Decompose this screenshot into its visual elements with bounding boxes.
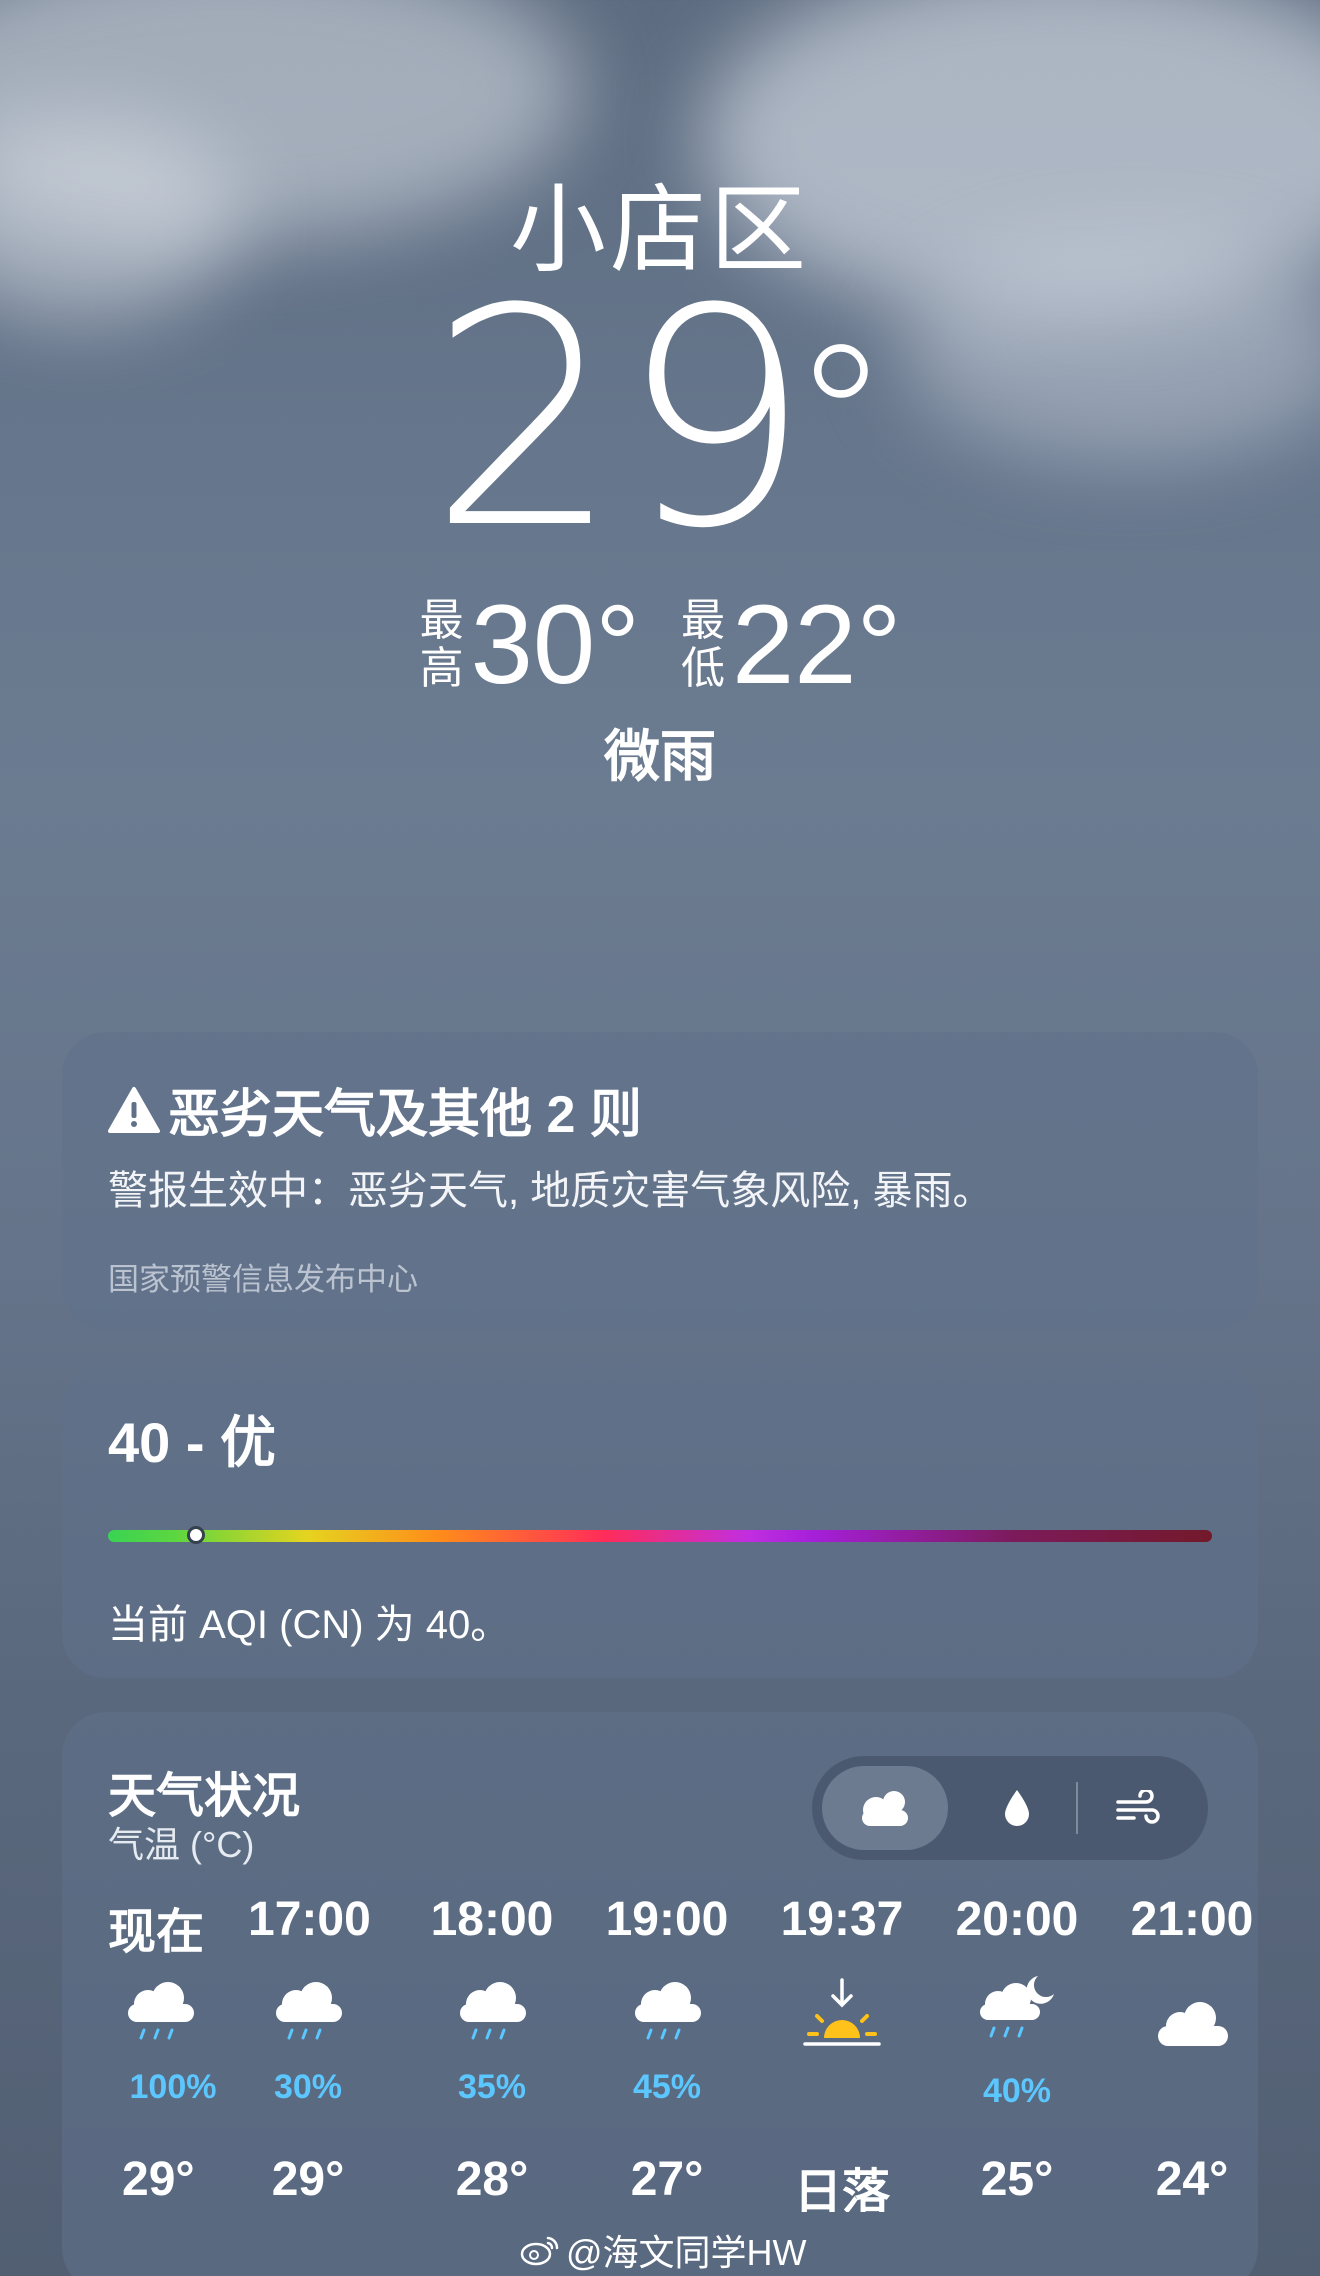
rain-cloud-icon <box>460 1982 526 2040</box>
current-temperature-value: 29 <box>429 245 811 594</box>
hour-icon-wrap: 100% <box>108 1976 238 2106</box>
hour-icon-wrap: 45% <box>597 1976 737 2106</box>
wind-icon <box>1116 1790 1160 1824</box>
hour-temp: 24° <box>1155 2153 1229 2206</box>
hour-item: 17:00 30% 29° <box>248 1892 371 2207</box>
precip-chance: 35% <box>457 2068 527 2106</box>
weather-condition: 微雨 <box>604 725 716 788</box>
hour-item: 现在 100% 29° <box>108 1892 238 2207</box>
weibo-logo-icon <box>520 2236 559 2266</box>
watermark: @海文同学HW <box>520 2224 807 2276</box>
hour-time: 19:00 <box>605 1893 729 1946</box>
aqi-description: 当前 AQI (CN) 为 40。 <box>108 1603 511 1647</box>
hour-icon-wrap <box>772 1976 912 2096</box>
hour-temp: 28° <box>455 2153 529 2206</box>
hour-item: 19:00 45% 27° <box>597 1892 737 2207</box>
alert-title: 恶劣天气及其他 2 则 <box>108 1072 642 1147</box>
drop-icon <box>1005 1790 1029 1826</box>
aqi-title: 40 - 优 <box>108 1411 277 1474</box>
sunset-icon <box>803 1978 881 2046</box>
warning-icon <box>108 1086 160 1133</box>
hour-time: 19:37 <box>780 1893 904 1946</box>
high-label: 最高 <box>419 595 464 693</box>
severe-weather-alert-card[interactable]: 恶劣天气及其他 2 则 警报生效中：恶劣天气, 地质灾害气象风险, 暴雨。 国家… <box>62 1032 1258 1330</box>
rain-cloud-icon <box>635 1982 701 2040</box>
hour-temp: 29° <box>122 2153 195 2206</box>
rain-cloud-icon <box>128 1982 194 2040</box>
low-label: 最低 <box>681 595 725 693</box>
hourly-forecast-card[interactable]: 天气状况 气温 (°C) 现在 100% 29° 17:00 30% 29° 1… <box>62 1712 1258 2276</box>
hour-time: 21:00 <box>1130 1893 1254 1946</box>
alert-title-text: 恶劣天气及其他 2 则 <box>168 1086 642 1144</box>
mode-wind-button[interactable] <box>1084 1766 1194 1850</box>
hour-item: 19:37 日落 <box>772 1892 912 2212</box>
hour-icon-wrap: 35% <box>422 1976 562 2106</box>
low-value: 22° <box>732 582 902 707</box>
precip-chance: 40% <box>982 2072 1052 2110</box>
watermark-text: @海文同学HW <box>566 2232 807 2273</box>
rain-cloud-icon <box>276 1982 342 2040</box>
mode-precipitation-button[interactable] <box>962 1766 1072 1850</box>
current-temperature: 29° <box>429 245 891 594</box>
hour-time: 18:00 <box>430 1893 554 1946</box>
forecast-mode-toggle <box>812 1756 1208 1860</box>
precip-chance: 30% <box>273 2068 343 2106</box>
hourly-list[interactable]: 现在 100% 29° 17:00 30% 29° 18:00 35% 28° … <box>62 1892 1258 2212</box>
cloud-icon <box>862 1791 908 1826</box>
hour-icon-wrap: 30% <box>248 1976 368 2106</box>
hour-time: 20:00 <box>955 1893 1079 1946</box>
hour-temp: 27° <box>630 2153 704 2206</box>
high-value: 30° <box>470 582 640 707</box>
hour-temp: 25° <box>980 2153 1054 2206</box>
alert-source: 国家预警信息发布中心 <box>108 1262 418 1297</box>
mode-conditions-button[interactable] <box>822 1766 948 1850</box>
hour-item: 21:00 24° <box>1122 1892 1258 2207</box>
precip-chance: 100% <box>129 2068 217 2106</box>
air-quality-card[interactable]: 40 - 优 当前 AQI (CN) 为 40。 <box>62 1366 1258 1678</box>
cloud-icon <box>1158 2002 1228 2046</box>
hour-temp: 日落 <box>793 2166 890 2212</box>
hourly-subtitle: 气温 (°C) <box>108 1824 255 1865</box>
precip-chance: 45% <box>632 2068 702 2106</box>
high-low: 最高 30° 最低 22° <box>0 580 1320 709</box>
hour-icon-wrap <box>1122 1976 1258 2096</box>
alert-body: 警报生效中：恶劣天气, 地质灾害气象风险, 暴雨。 <box>108 1169 993 1213</box>
hour-item: 20:00 40% 25° <box>947 1892 1087 2207</box>
hour-temp: 29° <box>271 2153 345 2206</box>
mode-divider <box>1076 1782 1078 1834</box>
night-rain-cloud-icon <box>980 1976 1054 2038</box>
hour-time: 17:00 <box>248 1893 371 1946</box>
aqi-scale-bar <box>108 1530 1212 1542</box>
hour-icon-wrap: 40% <box>947 1976 1087 2110</box>
hour-time: 现在 <box>108 1906 205 1959</box>
hour-item: 18:00 35% 28° <box>422 1892 562 2207</box>
